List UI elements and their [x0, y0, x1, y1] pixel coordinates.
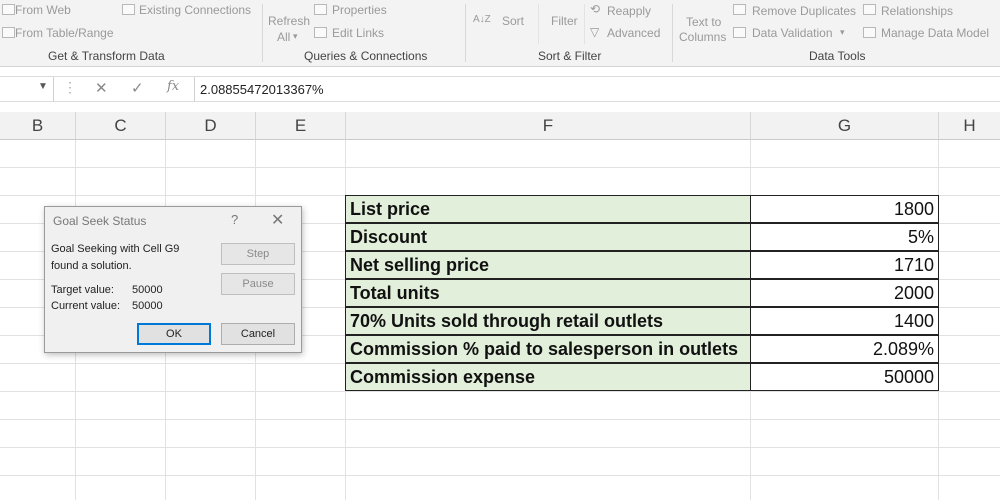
table-row-value[interactable]: 2000: [750, 279, 939, 307]
refresh-all-button[interactable]: Refresh: [268, 14, 310, 28]
existing-connections-button[interactable]: Existing Connections: [139, 3, 251, 17]
group-title-get-transform: Get & Transform Data: [48, 49, 165, 63]
text-to-columns-label-2: Columns: [679, 30, 727, 44]
formula-divider: [194, 77, 195, 101]
column-header-e[interactable]: E: [256, 112, 346, 140]
manage-data-model-icon: [863, 27, 876, 38]
formula-bar: ▼ ⋮ ✕ ✓ fx 2.08855472013367%: [0, 76, 1000, 102]
grid-line: [0, 391, 1000, 392]
pause-button[interactable]: Pause: [221, 273, 295, 295]
from-web-button[interactable]: From Web: [15, 3, 71, 17]
from-web-icon: [2, 4, 15, 15]
dialog-title: Goal Seek Status: [53, 214, 147, 228]
grid-line: [0, 167, 1000, 168]
current-value-label: Current value:: [51, 300, 121, 312]
sort-button[interactable]: Sort: [502, 14, 524, 28]
from-table-icon: [2, 27, 15, 38]
column-header-g[interactable]: G: [751, 112, 939, 140]
edit-links-icon: [314, 27, 327, 38]
table-row-label[interactable]: Total units: [345, 279, 751, 307]
refresh-all-label-2: All: [277, 30, 291, 44]
divider: [584, 4, 585, 44]
close-icon[interactable]: ✕: [271, 210, 284, 230]
column-header-d[interactable]: D: [166, 112, 256, 140]
formula-bar-handle-icon[interactable]: ⋮: [63, 79, 77, 96]
name-box[interactable]: ▼: [0, 77, 54, 101]
dialog-message: Goal Seeking with Cell G9: [51, 243, 180, 255]
advanced-button[interactable]: Advanced: [607, 26, 660, 40]
column-header-b[interactable]: B: [0, 112, 76, 140]
table-row-value[interactable]: 2.089%: [750, 335, 939, 363]
target-value: 50000: [132, 284, 163, 296]
cancel-entry-icon[interactable]: ✕: [95, 79, 108, 97]
confirm-entry-icon[interactable]: ✓: [131, 79, 144, 97]
edit-links-button[interactable]: Edit Links: [332, 26, 384, 40]
refresh-dropdown-icon[interactable]: ▾: [293, 31, 298, 42]
table-row-label[interactable]: 70% Units sold through retail outlets: [345, 307, 751, 335]
ok-button[interactable]: OK: [137, 323, 211, 345]
table-row-label[interactable]: Discount: [345, 223, 751, 251]
text-to-columns-button[interactable]: Text to: [686, 15, 721, 29]
reapply-icon: ⟲: [590, 2, 601, 16]
table-row-value[interactable]: 5%: [750, 223, 939, 251]
table-row-value[interactable]: 1710: [750, 251, 939, 279]
column-header-f[interactable]: F: [346, 112, 751, 140]
from-table-range-button[interactable]: From Table/Range: [15, 26, 114, 40]
group-title-sort-filter: Sort & Filter: [538, 49, 602, 63]
remove-duplicates-icon: [733, 4, 746, 15]
existing-connections-icon: [122, 4, 135, 15]
relationships-button[interactable]: Relationships: [881, 4, 953, 18]
target-value-label: Target value:: [51, 284, 114, 296]
current-value: 50000: [132, 300, 163, 312]
data-validation-dropdown-icon[interactable]: ▾: [840, 27, 845, 38]
column-header-h[interactable]: H: [939, 112, 1000, 140]
table-row-label[interactable]: Commission expense: [345, 363, 751, 391]
properties-button[interactable]: Properties: [332, 3, 387, 17]
insert-function-icon[interactable]: fx: [167, 79, 179, 94]
remove-duplicates-button[interactable]: Remove Duplicates: [752, 4, 856, 18]
cancel-button[interactable]: Cancel: [221, 323, 295, 345]
grid-line: [0, 475, 1000, 476]
properties-icon: [314, 4, 327, 15]
ribbon: From Web From Table/Range Existing Conne…: [0, 0, 1000, 67]
data-validation-icon: [733, 27, 746, 38]
group-separator: [465, 4, 466, 62]
table-row-value[interactable]: 50000: [750, 363, 939, 391]
name-box-dropdown-icon[interactable]: ▼: [38, 81, 48, 92]
sort-az-icon[interactable]: A↓Z: [473, 14, 491, 25]
group-title-data-tools: Data Tools: [809, 49, 866, 63]
manage-data-model-button[interactable]: Manage Data Model: [881, 26, 989, 40]
filter-button[interactable]: Filter: [551, 14, 578, 28]
column-header-c[interactable]: C: [76, 112, 166, 140]
relationships-icon: [863, 4, 876, 15]
group-separator: [262, 4, 263, 62]
group-title-queries: Queries & Connections: [304, 49, 428, 63]
table-row-label[interactable]: List price: [345, 195, 751, 223]
group-separator: [672, 4, 673, 62]
grid-line: [0, 419, 1000, 420]
table-row-label[interactable]: Commission % paid to salesperson in outl…: [345, 335, 751, 363]
help-icon[interactable]: ?: [231, 212, 238, 227]
step-button[interactable]: Step: [221, 243, 295, 265]
divider: [538, 4, 539, 44]
table-row-value[interactable]: 1800: [750, 195, 939, 223]
grid-line: [0, 447, 1000, 448]
advanced-filter-icon: ▽: [590, 25, 600, 39]
formula-input[interactable]: 2.08855472013367%: [200, 82, 324, 97]
data-validation-button[interactable]: Data Validation: [752, 26, 833, 40]
dialog-message-line-2: found a solution.: [51, 260, 132, 272]
reapply-button[interactable]: Reapply: [607, 4, 651, 18]
goal-seek-status-dialog: Goal Seek Status ? ✕ Goal Seeking with C…: [44, 206, 302, 353]
table-row-label[interactable]: Net selling price: [345, 251, 751, 279]
table-row-value[interactable]: 1400: [750, 307, 939, 335]
